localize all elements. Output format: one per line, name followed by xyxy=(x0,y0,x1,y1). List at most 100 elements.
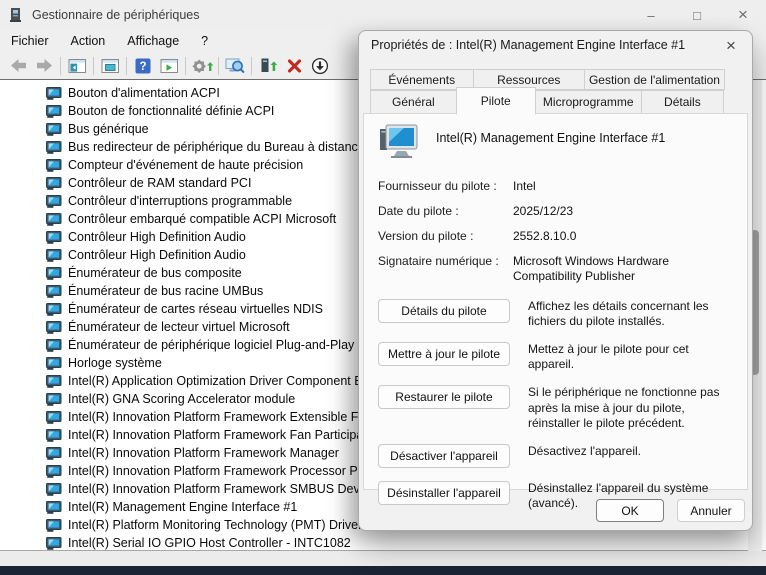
taskbar-edge xyxy=(0,566,766,575)
menu-fichier[interactable]: Fichier xyxy=(0,32,60,50)
tree-item-label: Énumérateur de périphérique logiciel Plu… xyxy=(68,338,354,352)
disable-device-desc: Désactivez l'appareil. xyxy=(528,444,733,459)
device-monitor-icon xyxy=(46,285,63,298)
tab-pilote[interactable]: Pilote xyxy=(456,87,536,115)
device-monitor-icon xyxy=(46,249,63,262)
console-tree-icon[interactable] xyxy=(64,55,90,77)
device-monitor-icon xyxy=(46,159,63,172)
tree-item-label: Intel(R) Innovation Platform Framework E… xyxy=(68,410,370,424)
update-driver-button[interactable]: Mettre à jour le pilote xyxy=(378,342,510,366)
tree-item-label: Intel(R) Innovation Platform Framework F… xyxy=(68,428,370,442)
device-monitor-icon xyxy=(46,519,63,532)
driver-fields: Fournisseur du pilote : Intel Date du pi… xyxy=(378,179,733,284)
tree-item-label: Intel(R) GNA Scoring Accelerator module xyxy=(68,392,295,406)
field-label-fournisseur: Fournisseur du pilote : xyxy=(378,179,513,194)
uninstall-device-button[interactable]: Désinstaller l'appareil xyxy=(378,481,510,505)
device-monitor-icon xyxy=(46,357,63,370)
tree-item-label: Bus générique xyxy=(68,122,149,136)
tree-item-label: Compteur d'événement de haute précision xyxy=(68,158,303,172)
field-label-version: Version du pilote : xyxy=(378,229,513,244)
close-button[interactable]: × xyxy=(720,0,766,30)
tree-item-label: Contrôleur High Definition Audio xyxy=(68,248,246,262)
tree-item-label: Intel(R) Serial IO GPIO Host Controller … xyxy=(68,536,351,550)
tree-item-label: Intel(R) Innovation Platform Framework M… xyxy=(68,446,339,460)
tree-item-label: Contrôleur de RAM standard PCI xyxy=(68,176,251,190)
uninstall-device-desc: Désinstallez l'appareil du système (avan… xyxy=(528,481,733,511)
device-monitor-icon xyxy=(46,537,63,550)
tree-item-label: Énumérateur de bus racine UMBus xyxy=(68,284,263,298)
tab-gestion-alimentation[interactable]: Gestion de l'alimentation xyxy=(584,69,725,90)
minimize-button[interactable]: – xyxy=(628,0,674,30)
tree-item-label: Bouton de fonctionnalité définie ACPI xyxy=(68,104,274,118)
tree-item-label: Intel(R) Platform Monitoring Technology … xyxy=(68,518,362,532)
back-arrow-icon[interactable] xyxy=(5,55,31,77)
device-monitor-icon xyxy=(46,465,63,478)
window-bottom-strip xyxy=(0,551,766,566)
device-monitor-icon xyxy=(46,231,63,244)
rollback-driver-button[interactable]: Restaurer le pilote xyxy=(378,385,510,409)
driver-actions: Détails du pilote Affichez les détails c… xyxy=(378,299,733,511)
driver-details-button[interactable]: Détails du pilote xyxy=(378,299,510,323)
maximize-button[interactable]: □ xyxy=(674,0,720,30)
menu-affichage[interactable]: Affichage xyxy=(116,32,190,50)
update-driver-desc: Mettez à jour le pilote pour cet apparei… xyxy=(528,342,733,372)
field-value-signataire: Microsoft Windows Hardware Compatibility… xyxy=(513,254,733,284)
device-monitor-icon xyxy=(46,177,63,190)
screen: Gestionnaire de périphériques – □ × Fich… xyxy=(0,0,766,575)
rollback-driver-desc: Si le périphérique ne fonctionne pas apr… xyxy=(528,385,733,430)
update-driver-gear-icon[interactable] xyxy=(189,55,215,77)
device-monitor-icon xyxy=(46,87,63,100)
disable-device-button[interactable]: Désactiver l'appareil xyxy=(378,444,510,468)
device-monitor-icon xyxy=(46,141,63,154)
menu-action[interactable]: Action xyxy=(60,32,117,50)
tree-item-label: Énumérateur de cartes réseau virtuelles … xyxy=(68,302,323,316)
device-large-icon xyxy=(378,123,420,164)
device-monitor-icon xyxy=(46,483,63,496)
driver-details-desc: Affichez les détails concernant les fich… xyxy=(528,299,733,329)
properties-window-icon[interactable] xyxy=(97,55,123,77)
tree-item-label: Énumérateur de lecteur virtuel Microsoft xyxy=(68,320,290,334)
device-monitor-icon xyxy=(46,393,63,406)
tab-row-front: Général Pilote Microprogramme Détails xyxy=(370,90,727,114)
tree-item-label: Contrôleur embarqué compatible ACPI Micr… xyxy=(68,212,336,226)
tree-item-label: Contrôleur High Definition Audio xyxy=(68,230,246,244)
device-monitor-icon xyxy=(46,213,63,226)
field-label-signataire: Signataire numérique : xyxy=(378,254,513,284)
help-icon[interactable]: ? xyxy=(130,55,156,77)
action-window-icon[interactable] xyxy=(156,55,182,77)
menu-help[interactable]: ? xyxy=(190,32,219,50)
tree-item-label: Énumérateur de bus composite xyxy=(68,266,242,280)
driver-device-up-icon[interactable] xyxy=(255,55,281,77)
dialog-close-icon[interactable]: × xyxy=(720,35,742,57)
dialog-title: Propriétés de : Intel(R) Management Engi… xyxy=(371,38,685,52)
field-value-date: 2025/12/23 xyxy=(513,204,733,219)
field-label-date: Date du pilote : xyxy=(378,204,513,219)
tree-item-label: Intel(R) Innovation Platform Framework P… xyxy=(68,464,369,478)
svg-text:?: ? xyxy=(139,61,146,73)
tree-item-label: Intel(R) Innovation Platform Framework S… xyxy=(68,482,376,496)
tree-item-label: Contrôleur d'interruptions programmable xyxy=(68,194,292,208)
device-monitor-icon xyxy=(46,105,63,118)
tab-general[interactable]: Général xyxy=(370,90,457,114)
tree-item-label: Bus redirecteur de périphérique du Burea… xyxy=(68,140,365,154)
tree-item-label: Intel(R) Management Engine Interface #1 xyxy=(68,500,297,514)
scan-hardware-magnifier-icon[interactable] xyxy=(222,55,248,77)
uninstall-x-icon[interactable] xyxy=(281,55,307,77)
device-manager-app-icon xyxy=(9,7,24,23)
tab-details[interactable]: Détails xyxy=(641,90,724,114)
tab-microprogramme[interactable]: Microprogramme xyxy=(535,90,642,114)
device-monitor-icon xyxy=(46,447,63,460)
field-value-version: 2552.8.10.0 xyxy=(513,229,733,244)
device-monitor-icon xyxy=(46,123,63,136)
tree-item-label: Bouton d'alimentation ACPI xyxy=(68,86,220,100)
device-monitor-icon xyxy=(46,375,63,388)
device-monitor-icon xyxy=(46,303,63,316)
forward-arrow-icon[interactable] xyxy=(31,55,57,77)
pilote-tab-panel: Intel(R) Management Engine Interface #1 … xyxy=(363,113,748,490)
device-monitor-icon xyxy=(46,267,63,280)
field-value-fournisseur: Intel xyxy=(513,179,733,194)
window-title: Gestionnaire de périphériques xyxy=(32,8,199,22)
device-monitor-icon xyxy=(46,321,63,334)
tree-item[interactable]: Intel(R) Serial IO GPIO Host Controller … xyxy=(46,534,766,551)
disable-down-circle-icon[interactable] xyxy=(307,55,333,77)
